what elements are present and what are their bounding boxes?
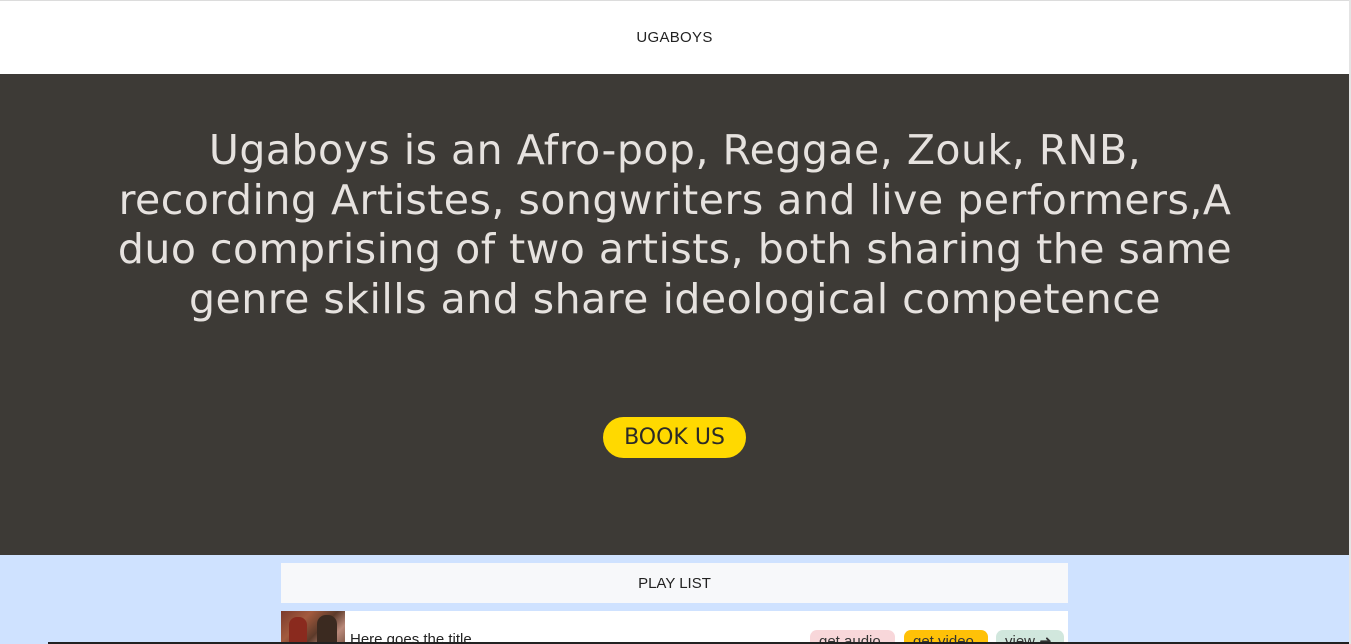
track-row: Here goes the title get audio get video … bbox=[281, 611, 1068, 644]
top-navbar: UGABOYS bbox=[0, 0, 1349, 74]
book-us-button[interactable]: BOOK US bbox=[603, 417, 746, 458]
hero-section: Ugaboys is an Afro-pop, Reggae, Zouk, RN… bbox=[0, 74, 1349, 555]
thumbnail-figure bbox=[289, 617, 307, 644]
playlist-title: PLAY LIST bbox=[638, 574, 711, 592]
hero-description: Ugaboys is an Afro-pop, Reggae, Zouk, RN… bbox=[117, 126, 1233, 323]
playlist-section: PLAY LIST Here goes the title get audio … bbox=[0, 555, 1349, 644]
page: UGABOYS Ugaboys is an Afro-pop, Reggae, … bbox=[0, 0, 1351, 644]
track-thumbnail bbox=[281, 611, 345, 644]
brand-link[interactable]: UGABOYS bbox=[636, 29, 712, 46]
thumbnail-figure bbox=[317, 615, 337, 644]
playlist-header: PLAY LIST bbox=[281, 563, 1068, 603]
